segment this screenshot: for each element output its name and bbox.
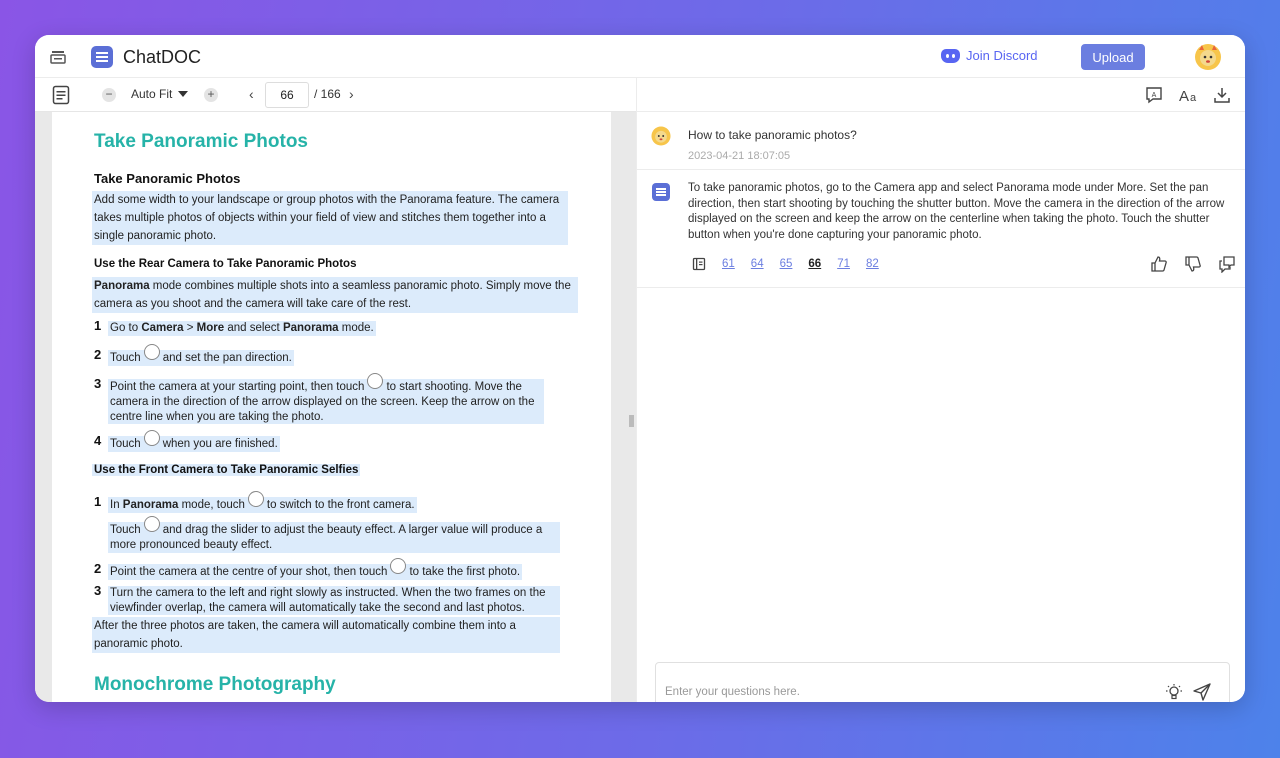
chat-panel: How to take panoramic photos? 2023-04-21…	[636, 112, 1245, 702]
step-number: 3	[94, 583, 102, 598]
question-timestamp: 2023-04-21 18:07:05	[688, 150, 791, 162]
answer-actions	[1150, 255, 1236, 273]
download-icon[interactable]	[1213, 86, 1231, 104]
page-ref-link[interactable]: 71	[837, 258, 850, 270]
front-step-3: Turn the camera to the left and right sl…	[108, 586, 560, 615]
svg-text:A: A	[1179, 88, 1189, 104]
outro-paragraph: After the three photos are taken, the ca…	[92, 617, 560, 653]
app-window: ChatDOC Join Discord Upload − Auto Fit +	[35, 35, 1245, 702]
menu-icon[interactable]	[49, 48, 67, 66]
front-step-beauty: Touch and drag the slider to adjust the b…	[108, 516, 560, 553]
beauty-effect-icon	[143, 516, 160, 532]
thumbs-up-icon[interactable]	[1150, 255, 1168, 273]
answer-text: To take panoramic photos, go to the Came…	[688, 182, 1225, 241]
font-size-icon[interactable]: A a	[1178, 86, 1200, 104]
zoom-select[interactable]: Auto Fit	[131, 87, 189, 101]
rear-step-4: Touch when you are finished.	[108, 430, 280, 452]
rear-camera-intro: Panorama mode combines multiple shots in…	[92, 277, 578, 313]
step-number: 2	[94, 561, 102, 576]
discord-icon	[941, 48, 960, 63]
question-text: How to take panoramic photos?	[688, 128, 857, 142]
chat-toolbar: A A a	[636, 78, 1245, 112]
answer-message: To take panoramic photos, go to the Came…	[637, 170, 1245, 288]
rear-step-1: Go to Camera > More and select Panorama …	[108, 321, 376, 336]
front-step-1: In Panorama mode, touch to switch to the …	[108, 491, 417, 513]
pan-direction-icon	[143, 344, 160, 360]
intro-paragraph: Add some width to your landscape or grou…	[92, 191, 568, 245]
switch-camera-icon	[247, 491, 264, 507]
rear-camera-heading: Use the Rear Camera to Take Panoramic Ph…	[94, 258, 357, 270]
app-title: ChatDOC	[123, 47, 202, 67]
pdf-toolbar: − Auto Fit + ‹ / 166 ›	[35, 78, 636, 112]
previous-page-chevron-icon[interactable]: ‹	[249, 86, 254, 102]
join-discord-link[interactable]: Join Discord	[941, 48, 1038, 63]
share-message-icon[interactable]	[1218, 255, 1236, 273]
step-number: 2	[94, 347, 102, 362]
page-ref-link[interactable]: 82	[866, 258, 879, 270]
next-page-chevron-icon[interactable]: ›	[349, 86, 354, 102]
svg-text:A: A	[1152, 92, 1157, 99]
next-section-heading: Monochrome Photography	[94, 674, 336, 695]
question-message: How to take panoramic photos? 2023-04-21…	[637, 112, 1245, 170]
stop-icon	[143, 430, 160, 446]
book-icon	[692, 257, 706, 271]
summary-icon[interactable]: A	[1145, 86, 1163, 104]
caret-down-icon	[178, 91, 189, 97]
shutter-icon	[367, 373, 384, 389]
lightbulb-icon[interactable]	[1165, 683, 1183, 701]
top-bar: ChatDOC Join Discord Upload	[35, 35, 1245, 78]
rear-step-3: Point the camera at your starting point,…	[108, 373, 544, 424]
page-ref-link[interactable]: 64	[751, 258, 764, 270]
send-icon[interactable]	[1192, 682, 1212, 702]
document-outline-icon[interactable]	[52, 85, 70, 105]
page-ref-link[interactable]: 61	[722, 258, 735, 270]
step-number: 1	[94, 494, 102, 509]
page-number-input[interactable]	[265, 82, 309, 108]
page-ref-link-active[interactable]: 66	[808, 258, 821, 270]
user-avatar	[651, 126, 671, 146]
chatdoc-logo-icon	[91, 46, 113, 68]
panel-resize-handle[interactable]	[629, 415, 634, 427]
rear-step-2: Touch and set the pan direction.	[108, 344, 294, 366]
shutter-icon	[390, 558, 407, 574]
question-input[interactable]	[665, 681, 1145, 702]
zoom-out-button[interactable]: −	[102, 88, 116, 102]
front-step-2: Point the camera at the centre of your s…	[108, 558, 523, 580]
zoom-in-button[interactable]: +	[204, 88, 218, 102]
section-heading: Take Panoramic Photos	[94, 131, 308, 152]
step-number: 3	[94, 376, 102, 391]
user-avatar[interactable]	[1193, 42, 1223, 72]
chat-input-box	[655, 662, 1230, 702]
svg-text:a: a	[1190, 92, 1197, 104]
upload-button[interactable]: Upload	[1081, 44, 1145, 70]
step-number: 4	[94, 433, 102, 448]
thumbs-down-icon[interactable]	[1184, 255, 1202, 273]
chatdoc-avatar-icon	[652, 183, 670, 201]
zoom-value: Auto Fit	[131, 87, 173, 101]
subsection-heading: Take Panoramic Photos	[94, 171, 241, 186]
front-camera-heading: Use the Front Camera to Take Panoramic S…	[92, 464, 361, 476]
page-total: / 166	[314, 87, 341, 101]
step-number: 1	[94, 318, 102, 333]
pdf-viewer[interactable]: Take Panoramic Photos Take Panoramic Pho…	[35, 112, 636, 702]
page-ref-link[interactable]: 65	[780, 258, 793, 270]
page-references: 61 64 65 66 71 82	[692, 257, 895, 271]
join-discord-label: Join Discord	[966, 48, 1038, 63]
